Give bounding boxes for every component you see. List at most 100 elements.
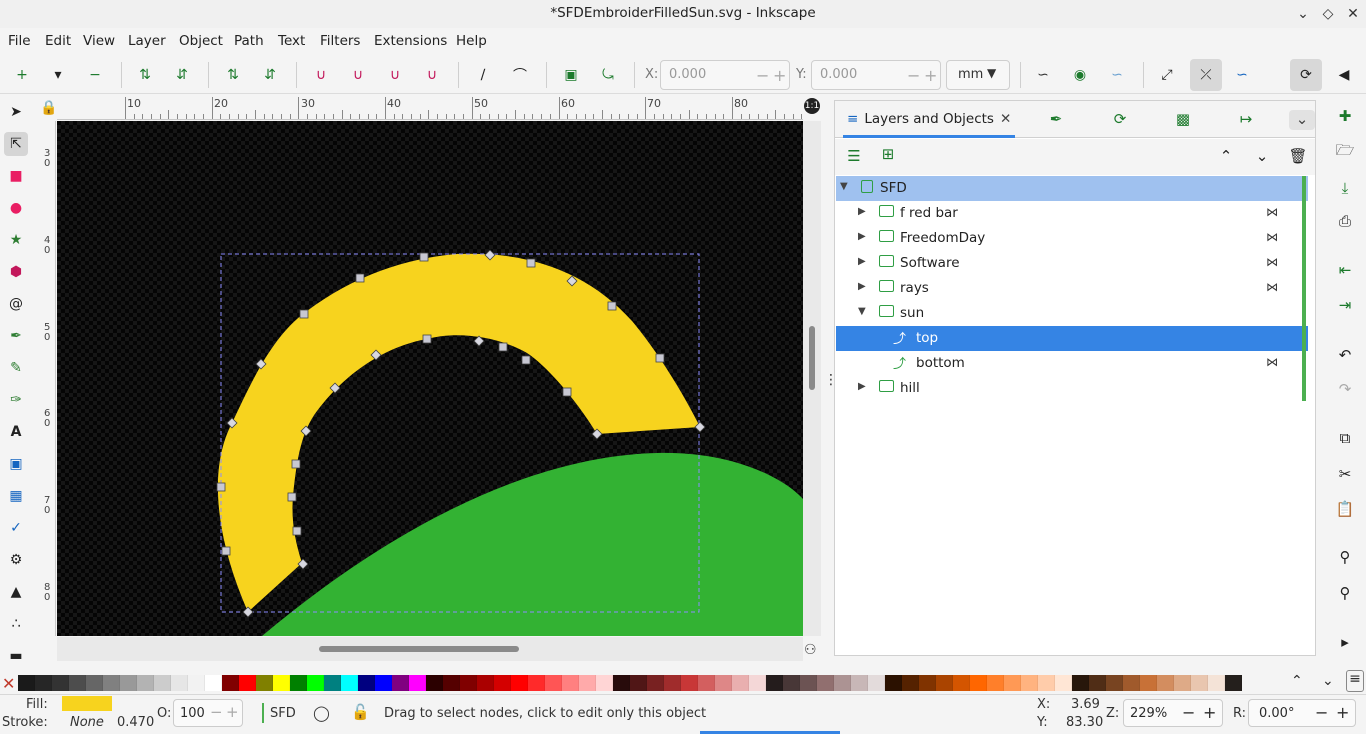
palette-swatch[interactable] (154, 675, 171, 691)
menu-file[interactable]: File (8, 33, 31, 49)
unit-select[interactable]: mm ▼ (946, 60, 1010, 90)
layer-row[interactable]: ⤴ bottom ⋈ (836, 351, 1308, 376)
add-layer-icon[interactable]: ☰ (843, 147, 865, 167)
move-down-icon[interactable]: ⌄ (1251, 147, 1273, 167)
node-handle[interactable] (221, 546, 231, 556)
tab-layers-objects[interactable]: ≡ Layers and Objects ✕ (843, 109, 1016, 138)
palette-swatch[interactable] (783, 675, 800, 691)
3dbox-icon[interactable]: ⬢ (4, 260, 28, 284)
collapse-arrow-icon[interactable]: ▼ (858, 306, 870, 318)
palette-swatch[interactable] (273, 675, 290, 691)
node-handle[interactable] (422, 334, 432, 344)
palette-swatch[interactable] (69, 675, 86, 691)
tweak-icon[interactable]: ▲ (4, 580, 28, 604)
layer-row[interactable]: ⤴ top (836, 326, 1308, 351)
auto-node-icon[interactable]: ∪ (420, 64, 444, 86)
selector-icon[interactable]: ➤ (4, 100, 28, 124)
redo-icon[interactable]: ↷ (1333, 377, 1357, 401)
palette-swatch[interactable] (528, 675, 545, 691)
zoom-fit-icon[interactable]: ⚲ (1333, 545, 1357, 569)
horizontal-scroll-thumb[interactable] (319, 646, 519, 652)
show-transform-handles-icon[interactable]: ⤢ (1155, 64, 1179, 86)
tab-align-icon[interactable]: ▩ (1172, 110, 1194, 130)
node-handle[interactable] (287, 492, 297, 502)
node-handle[interactable] (291, 459, 301, 469)
palette-swatch[interactable] (1140, 675, 1157, 691)
new-document-icon[interactable]: ✚ (1333, 104, 1357, 128)
zoom-correction-icon[interactable]: 1:1 (804, 98, 820, 114)
layer-row[interactable]: ▼ sun (836, 301, 1308, 326)
join-segment-icon[interactable]: ⇅ (221, 64, 245, 86)
rect-icon[interactable]: ■ (4, 164, 28, 188)
layer-row[interactable]: ▶ FreedomDay ⋈ (836, 226, 1308, 251)
palette-swatch[interactable] (460, 675, 477, 691)
menu-edit[interactable]: Edit (45, 33, 71, 49)
expand-arrow-icon[interactable]: ▶ (858, 206, 870, 218)
palette-swatch[interactable] (375, 675, 392, 691)
palette-swatch[interactable] (1157, 675, 1174, 691)
tabs-menu-icon[interactable]: ⌄ (1289, 110, 1315, 130)
node-handle[interactable] (498, 342, 508, 352)
palette-swatch[interactable] (1055, 675, 1072, 691)
palette-swatch[interactable] (579, 675, 596, 691)
zoom-drawing-icon[interactable]: ⚲ (1333, 581, 1357, 605)
layer-row[interactable]: ▶ rays ⋈ (836, 276, 1308, 301)
gradient-icon[interactable]: ▣ (4, 452, 28, 476)
move-up-icon[interactable]: ⌃ (1215, 147, 1237, 167)
insert-node-icon[interactable]: + (10, 64, 34, 86)
palette-swatch[interactable] (1225, 675, 1242, 691)
zoom-input[interactable]: 229% − + (1123, 699, 1223, 727)
add-sublayer-icon[interactable]: ⊞ (877, 145, 899, 165)
palette-swatch[interactable] (392, 675, 409, 691)
palette-swatch[interactable] (18, 675, 35, 691)
object-to-path-icon[interactable]: ▣ (559, 64, 583, 86)
delete-segment-icon[interactable]: ⇵ (258, 64, 282, 86)
node-handle[interactable] (299, 309, 309, 319)
break-path-icon[interactable]: ⇵ (170, 64, 194, 86)
layer-row[interactable]: ▶ Software ⋈ (836, 251, 1308, 276)
no-paint-icon[interactable]: ✕ (2, 674, 15, 693)
delete-layer-icon[interactable]: 🗑 (1287, 147, 1309, 167)
palette-swatch[interactable] (800, 675, 817, 691)
palette-swatch[interactable] (868, 675, 885, 691)
zoom-in-icon[interactable]: + (1203, 703, 1216, 722)
palette-swatch[interactable] (86, 675, 103, 691)
palette-swatch[interactable] (732, 675, 749, 691)
palette-swatch[interactable] (188, 675, 205, 691)
palette-swatch[interactable] (545, 675, 562, 691)
dropper-icon[interactable]: ✓ (4, 516, 28, 540)
rotation-input[interactable]: 0.00° − + (1248, 699, 1356, 727)
show-handles-icon[interactable]: ⤫ (1190, 59, 1222, 91)
palette-swatch[interactable] (902, 675, 919, 691)
undo-icon[interactable]: ↶ (1333, 343, 1357, 367)
pencil-icon[interactable]: ✎ (4, 356, 28, 380)
palette-swatch[interactable] (885, 675, 902, 691)
x-increment-icon[interactable]: + (773, 66, 786, 85)
palette-swatch[interactable] (1021, 675, 1038, 691)
menu-text[interactable]: Text (278, 33, 305, 49)
hidden-eye-icon[interactable]: ⋈ (1266, 280, 1278, 294)
node-handle[interactable] (655, 353, 665, 363)
palette-swatch[interactable] (647, 675, 664, 691)
palette-swatch[interactable] (443, 675, 460, 691)
insert-node-dropdown-icon[interactable]: ▾ (46, 64, 70, 86)
spiral-icon[interactable]: @ (4, 292, 28, 316)
node-handle[interactable] (216, 482, 226, 492)
palette-swatch[interactable] (239, 675, 256, 691)
palette-swatch[interactable] (324, 675, 341, 691)
expand-arrow-icon[interactable]: ▶ (858, 281, 870, 293)
ellipse-icon[interactable]: ● (4, 196, 28, 220)
palette-swatch[interactable] (307, 675, 324, 691)
palette-swatch[interactable] (171, 675, 188, 691)
palette-swatch[interactable] (52, 675, 69, 691)
menu-object[interactable]: Object (179, 33, 223, 49)
eraser-icon[interactable]: ▬ (4, 644, 28, 668)
palette-swatch[interactable] (290, 675, 307, 691)
save-icon[interactable]: ⤓ (1333, 176, 1357, 200)
palette-swatch[interactable] (834, 675, 851, 691)
pen-icon[interactable]: ✒ (4, 324, 28, 348)
import-icon[interactable]: ⇤ (1333, 258, 1357, 282)
palette-swatch[interactable] (613, 675, 630, 691)
paste-icon[interactable]: 📋 (1333, 497, 1357, 521)
y-input[interactable]: 0.000 − + (811, 60, 941, 90)
